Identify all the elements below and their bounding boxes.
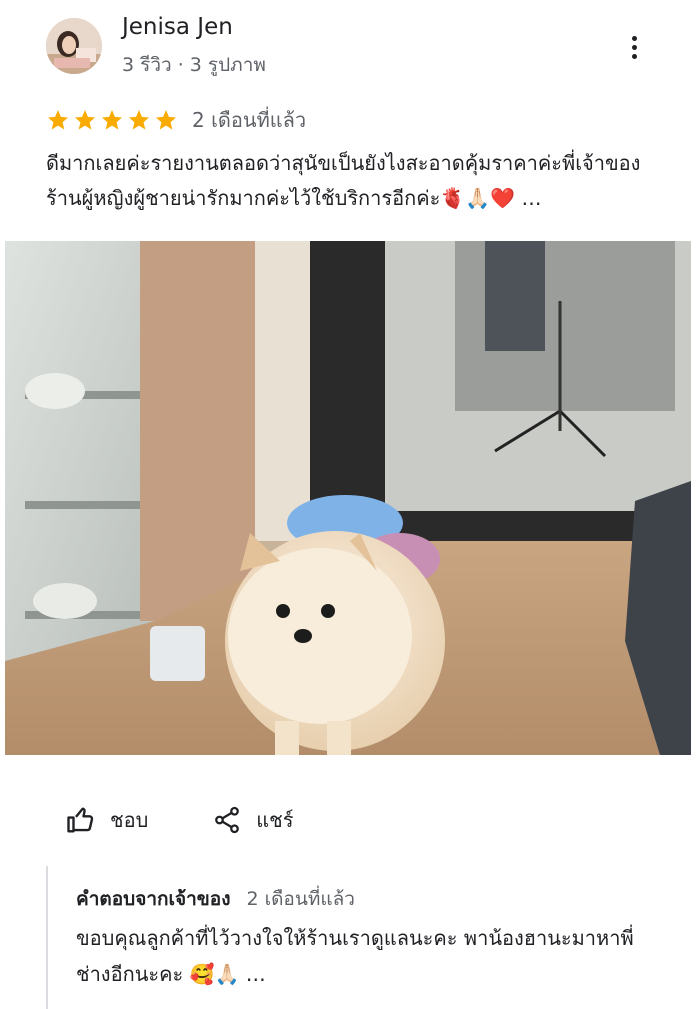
owner-reply-text: ขอบคุณลูกค้าที่ไว้วางใจให้ร้านเราดูแลนะค… <box>76 920 656 992</box>
avatar[interactable] <box>46 18 102 74</box>
like-label: ชอบ <box>110 808 149 832</box>
review-actions: ชอบ แชร์ <box>66 800 294 840</box>
owner-reply-label: คำตอบจากเจ้าของ <box>76 888 231 910</box>
star-icon <box>102 110 122 130</box>
star-rating <box>46 108 178 132</box>
owner-read-more-link[interactable]: … <box>239 962 266 986</box>
owner-reply-body: ขอบคุณลูกค้าที่ไว้วางใจให้ร้านเราดูแลนะค… <box>76 926 634 986</box>
share-icon <box>215 806 240 834</box>
author-meta: 3 รีวิว · 3 รูปภาพ <box>122 54 266 76</box>
review-body: ดีมากเลยค่ะรายงานตลอดว่าสุนัขเป็นยังไงสะ… <box>46 151 641 210</box>
owner-reply-header: คำตอบจากเจ้าของ 2 เดือนที่แล้ว <box>76 884 666 914</box>
dog-photo-image <box>5 241 691 755</box>
like-button[interactable]: ชอบ <box>66 804 148 836</box>
star-icon <box>48 110 68 130</box>
review-text: ดีมากเลยค่ะรายงานตลอดว่าสุนัขเป็นยังไงสะ… <box>46 146 658 216</box>
share-button[interactable]: แชร์ <box>212 804 294 836</box>
thumbs-up-icon <box>67 807 94 833</box>
review-header: Jenisa Jen 3 รีวิว · 3 รูปภาพ <box>0 0 700 100</box>
read-more-link[interactable]: … <box>515 186 541 210</box>
rating-row: 2 เดือนที่แล้ว <box>46 104 306 136</box>
star-icon <box>156 110 176 130</box>
more-options-icon[interactable] <box>620 32 648 68</box>
star-icon <box>75 110 95 130</box>
review-time: 2 เดือนที่แล้ว <box>192 108 307 132</box>
review-photo[interactable] <box>5 241 691 755</box>
avatar-image <box>46 18 102 74</box>
share-label: แชร์ <box>256 808 294 832</box>
owner-reply: คำตอบจากเจ้าของ 2 เดือนที่แล้ว ขอบคุณลูก… <box>46 866 666 1009</box>
owner-reply-time: 2 เดือนที่แล้ว <box>246 888 355 910</box>
star-icon <box>129 110 149 130</box>
author-name[interactable]: Jenisa Jen <box>122 14 233 40</box>
